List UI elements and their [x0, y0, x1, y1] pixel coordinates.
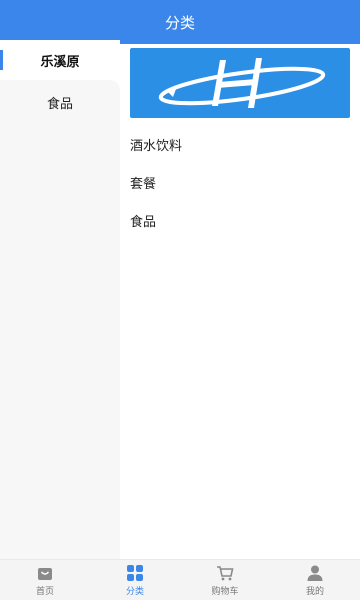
top-header: 分类 [0, 0, 360, 44]
tab-label: 首页 [35, 586, 54, 597]
page-title: 分类 [164, 13, 195, 32]
category-item[interactable]: 酒水饮料 [130, 126, 350, 162]
tab-category[interactable]: 分类 [90, 560, 180, 600]
category-content: 酒水饮料 套餐 食品 [120, 44, 360, 560]
tab-label: 分类 [125, 586, 144, 597]
category-label: 酒水饮料 [130, 138, 183, 154]
brand-banner[interactable] [130, 48, 350, 118]
sidebar-item-label: 乐溪原 [40, 54, 80, 70]
tab-mine[interactable]: 我的 [270, 560, 360, 600]
sidebar-item-label: 食品 [46, 96, 73, 112]
tab-cart[interactable]: 购物车 [180, 560, 270, 600]
tab-home[interactable]: 首页 [0, 560, 90, 600]
bottom-tabbar: 首页 分类 购物车 我的 [0, 559, 360, 600]
sidebar-background [0, 80, 120, 560]
sidebar-item-lexiyuan[interactable]: 乐溪原 [0, 40, 120, 80]
category-sidebar: 乐溪原 食品 [0, 40, 120, 560]
category-label: 套餐 [130, 176, 157, 192]
category-label: 食品 [130, 214, 157, 230]
shopping-bag-icon [38, 567, 52, 580]
tab-label: 我的 [305, 586, 324, 597]
user-icon [307, 565, 323, 581]
sidebar-item-food[interactable]: 食品 [0, 82, 120, 122]
cart-icon [217, 565, 234, 580]
brand-logo-icon [158, 58, 326, 108]
category-item[interactable]: 套餐 [130, 164, 350, 200]
tab-label: 购物车 [211, 586, 239, 597]
grid-icon [127, 564, 143, 581]
category-item[interactable]: 食品 [130, 202, 350, 238]
